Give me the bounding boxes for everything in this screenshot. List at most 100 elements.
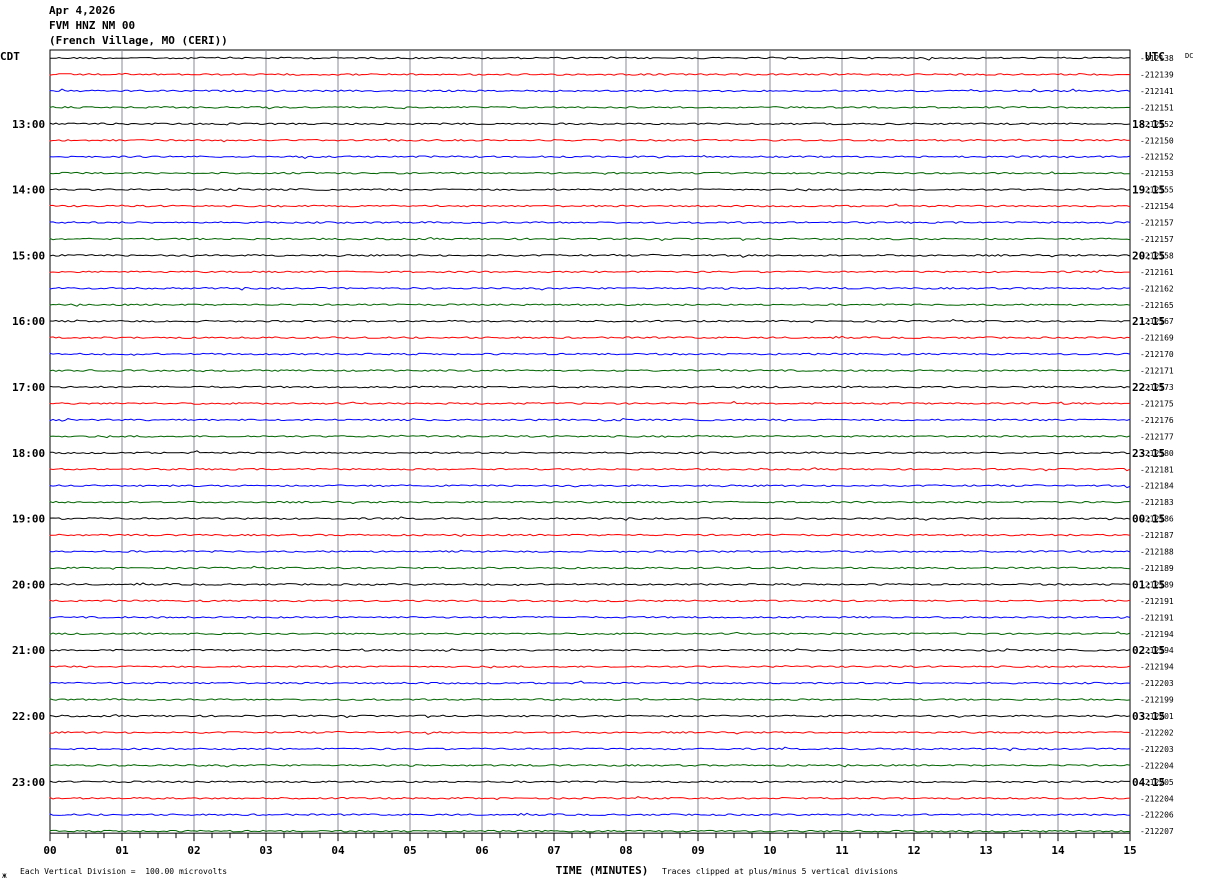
dc-label: DC bbox=[1185, 52, 1193, 60]
clip-note: Traces clipped at plus/minus 5 vertical … bbox=[662, 867, 899, 876]
cdt-hour-label: 14:00 bbox=[12, 184, 45, 197]
seismic-trace bbox=[49, 122, 1131, 126]
dc-offset-label: -212151 bbox=[1140, 103, 1174, 112]
x-tick-label: 04 bbox=[331, 844, 345, 857]
seismic-trace bbox=[49, 385, 1131, 389]
dc-offset-label: -212189 bbox=[1140, 564, 1174, 573]
seismic-trace bbox=[49, 434, 1131, 439]
seismic-trace bbox=[49, 303, 1131, 307]
right-timezone-label: UTC bbox=[1145, 50, 1165, 63]
dc-offset-label: -212150 bbox=[1140, 136, 1174, 145]
x-tick-label: 05 bbox=[403, 844, 416, 857]
seismic-trace bbox=[49, 352, 1131, 356]
utc-hour-label: 02:15 bbox=[1132, 644, 1165, 657]
utc-hour-label: 18:15 bbox=[1132, 118, 1165, 131]
seismic-trace bbox=[49, 368, 1131, 373]
seismic-trace bbox=[49, 780, 1130, 784]
seismic-trace bbox=[49, 187, 1131, 192]
seismic-trace bbox=[49, 56, 1130, 61]
dc-offset-label: -212191 bbox=[1140, 613, 1174, 622]
seismic-trace bbox=[49, 812, 1131, 817]
cdt-hour-label: 16:00 bbox=[12, 315, 45, 328]
dc-offset-label: -212203 bbox=[1140, 679, 1174, 688]
seismic-trace bbox=[49, 253, 1131, 258]
dc-offset-label: -212176 bbox=[1140, 416, 1174, 425]
dc-offset-label: -212141 bbox=[1140, 87, 1174, 96]
seismic-trace bbox=[49, 484, 1131, 489]
cdt-hour-label: 21:00 bbox=[12, 644, 45, 657]
seismic-trace bbox=[49, 138, 1131, 143]
dc-offset-label: -212199 bbox=[1140, 696, 1174, 705]
dc-offset-label: -212207 bbox=[1140, 827, 1174, 836]
utc-hour-label: 04:15 bbox=[1132, 776, 1165, 789]
utc-hour-label: 22:15 bbox=[1132, 381, 1165, 394]
utc-hour-label: 03:15 bbox=[1132, 710, 1165, 723]
seismic-trace bbox=[49, 582, 1130, 587]
dc-offset-label: -212154 bbox=[1140, 202, 1174, 211]
dc-offset-label: -212204 bbox=[1140, 794, 1174, 803]
cdt-hour-label: 18:00 bbox=[12, 447, 45, 460]
x-tick-label: 00 bbox=[43, 844, 56, 857]
utc-hour-label: 01:15 bbox=[1132, 578, 1165, 591]
seismic-trace bbox=[49, 335, 1131, 339]
x-tick-label: 13 bbox=[979, 844, 992, 857]
cdt-hour-label: 20:00 bbox=[12, 578, 45, 591]
x-axis-label: TIME (MINUTES) bbox=[556, 864, 649, 877]
seismic-trace bbox=[49, 714, 1131, 719]
dc-offset-label: -212170 bbox=[1140, 350, 1174, 359]
dc-offset-label: -212175 bbox=[1140, 399, 1174, 408]
seismic-trace bbox=[49, 286, 1131, 291]
dc-offset-label: -212191 bbox=[1140, 597, 1174, 606]
seismic-trace bbox=[49, 665, 1131, 669]
x-tick-label: 01 bbox=[115, 844, 129, 857]
cdt-hour-label: 15:00 bbox=[12, 249, 45, 262]
utc-hour-label: 00:15 bbox=[1132, 513, 1165, 526]
dc-offset-label: -212153 bbox=[1140, 169, 1174, 178]
seismic-trace bbox=[49, 105, 1131, 110]
seismic-trace bbox=[49, 88, 1131, 93]
seismic-trace bbox=[49, 746, 1131, 752]
seismic-trace bbox=[49, 829, 1131, 833]
dc-offset-label: -212157 bbox=[1140, 219, 1174, 228]
cdt-hour-label: 23:00 bbox=[12, 776, 45, 789]
x-tick-label: 03 bbox=[259, 844, 272, 857]
dc-offset-label: -212161 bbox=[1140, 268, 1174, 277]
seismic-trace bbox=[49, 698, 1131, 701]
dc-offset-label: -212204 bbox=[1140, 761, 1174, 770]
seismic-trace bbox=[49, 764, 1131, 768]
helicorder-plot: -212138-212139-212141-212151-212152-2121… bbox=[0, 49, 1193, 877]
dc-offset-label: -212157 bbox=[1140, 235, 1174, 244]
seismic-trace bbox=[49, 154, 1131, 159]
dc-offset-label: -212162 bbox=[1140, 284, 1174, 293]
seismic-trace bbox=[49, 269, 1130, 274]
dc-offset-label: -212206 bbox=[1140, 811, 1174, 820]
dc-offset-label: -212194 bbox=[1140, 630, 1174, 639]
dc-offset-label: -212152 bbox=[1140, 153, 1174, 162]
seismic-trace bbox=[49, 680, 1131, 685]
seismic-trace bbox=[49, 533, 1131, 538]
seismic-trace bbox=[49, 417, 1131, 422]
x-tick-label: 08 bbox=[619, 844, 632, 857]
cdt-hour-label: 17:00 bbox=[12, 381, 45, 394]
cdt-hour-label: 13:00 bbox=[12, 118, 45, 131]
dc-offset-label: -212177 bbox=[1140, 432, 1174, 441]
seismic-trace bbox=[49, 236, 1131, 242]
dc-offset-label: -212183 bbox=[1140, 498, 1174, 507]
x-tick-label: 09 bbox=[691, 844, 704, 857]
utc-hour-label: 23:15 bbox=[1132, 447, 1165, 460]
utc-hour-label: 20:15 bbox=[1132, 249, 1165, 262]
x-tick-label: 07 bbox=[547, 844, 560, 857]
dc-offset-label: -212139 bbox=[1140, 70, 1174, 79]
seismic-trace bbox=[49, 599, 1131, 603]
utc-hour-label: 19:15 bbox=[1132, 184, 1165, 197]
dc-offset-label: -212188 bbox=[1140, 548, 1174, 557]
dc-offset-label: -212194 bbox=[1140, 663, 1174, 672]
seismic-trace bbox=[49, 171, 1130, 175]
seismic-trace bbox=[49, 549, 1131, 553]
dc-offset-label: -212187 bbox=[1140, 531, 1174, 540]
seismic-trace bbox=[49, 221, 1131, 224]
dc-offset-label: -212165 bbox=[1140, 301, 1174, 310]
seismic-trace bbox=[49, 318, 1130, 324]
utc-hour-label: 21:15 bbox=[1132, 315, 1165, 328]
dc-offset-label: -212169 bbox=[1140, 334, 1174, 343]
